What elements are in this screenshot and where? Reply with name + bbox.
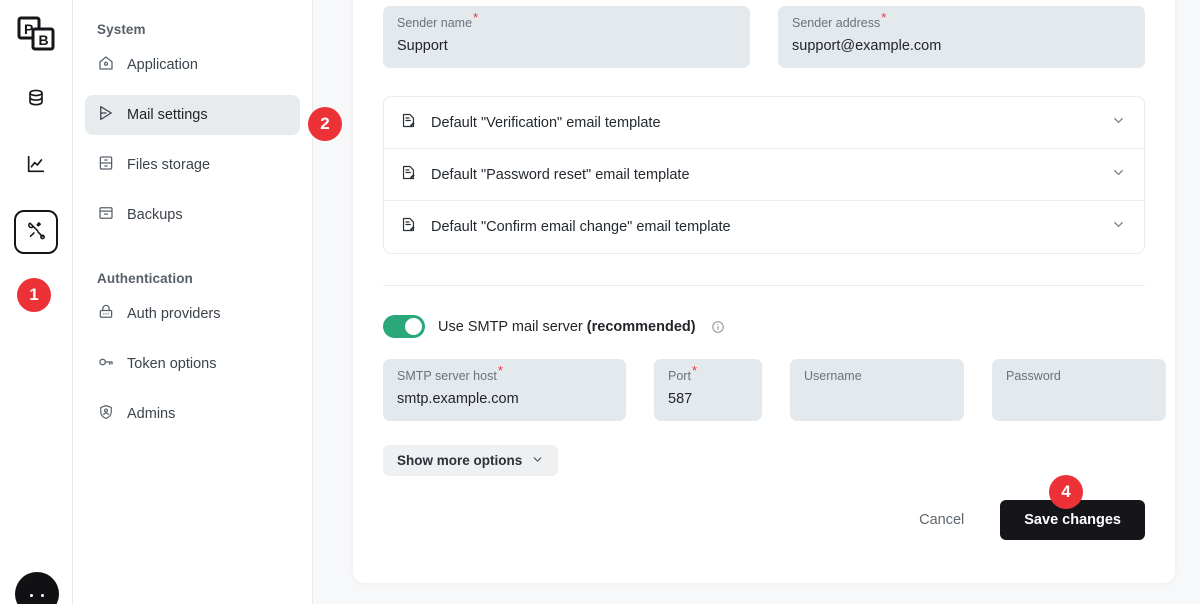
chart-line-icon: [25, 153, 47, 180]
sidebar-item-label: Backups: [127, 207, 183, 223]
show-more-options-label: Show more options: [397, 453, 523, 468]
required-marker: *: [881, 9, 887, 25]
template-row-confirm-email-change[interactable]: Default "Confirm email change" email tem…: [384, 201, 1144, 253]
annotation-badge-2: 2: [308, 107, 342, 141]
template-row-password-reset[interactable]: Default "Password reset" email template: [384, 149, 1144, 201]
use-smtp-toggle[interactable]: [383, 315, 425, 338]
svg-text:B: B: [39, 32, 49, 48]
chevron-down-icon[interactable]: [1111, 165, 1126, 185]
toggle-knob: [405, 318, 422, 335]
sender-field-row: Sender name* Support Sender address* sup…: [383, 6, 1145, 68]
info-icon[interactable]: [711, 320, 725, 334]
sidebar-item-application[interactable]: Application: [85, 45, 300, 85]
sender-address-field[interactable]: Sender address* support@example.com: [778, 6, 1145, 68]
user-avatar[interactable]: [15, 572, 59, 604]
section-divider: [383, 285, 1145, 286]
smtp-port-field[interactable]: Port* 587: [654, 359, 762, 421]
chevron-down-icon[interactable]: [1111, 217, 1126, 237]
sidebar-item-label: Mail settings: [127, 107, 208, 123]
template-row-verification[interactable]: Default "Verification" email template: [384, 97, 1144, 149]
smtp-toggle-row: Use SMTP mail server (recommended) 3: [383, 315, 1145, 338]
lock-icon: [97, 303, 115, 326]
email-template-list: Default "Verification" email template De…: [383, 96, 1145, 254]
shield-user-icon: [97, 403, 115, 426]
smtp-host-input[interactable]: smtp.example.com: [397, 388, 612, 410]
required-marker: *: [497, 362, 503, 378]
sidebar-group-title-system: System: [97, 22, 146, 37]
sidebar-item-admins[interactable]: Admins: [85, 394, 300, 434]
smtp-password-label: Password: [1006, 369, 1061, 383]
smtp-field-row: SMTP server host* smtp.example.com Port*…: [383, 359, 1166, 421]
sidebar-item-label: Admins: [127, 406, 176, 422]
cancel-button[interactable]: Cancel: [905, 502, 978, 538]
sidebar-item-label: Files storage: [127, 157, 211, 173]
required-marker: *: [473, 9, 479, 25]
file-edit-icon: [400, 216, 417, 238]
database-icon: [25, 87, 47, 114]
tools-icon: [26, 220, 46, 245]
chevron-down-icon: [531, 453, 544, 469]
main-content: Sender name* Support Sender address* sup…: [313, 0, 1200, 604]
sidebar-item-label: Auth providers: [127, 306, 221, 322]
smtp-username-field[interactable]: Username: [790, 359, 964, 421]
sidebar-item-backups[interactable]: Backups: [85, 195, 300, 235]
sidebar-item-mail-settings[interactable]: Mail settings: [85, 95, 300, 135]
use-smtp-label: Use SMTP mail server (recommended): [438, 318, 696, 335]
sender-name-field[interactable]: Sender name* Support: [383, 6, 750, 68]
send-plane-icon: [97, 104, 115, 127]
form-actions: Cancel Save changes: [383, 500, 1145, 540]
sidebar-item-label: Application: [127, 57, 198, 73]
file-edit-icon: [400, 112, 417, 134]
annotation-badge-4: 4: [1049, 475, 1083, 509]
smtp-port-label: Port*: [668, 362, 697, 383]
server-icon: [97, 154, 115, 177]
key-icon: [97, 353, 115, 376]
avatar-eye-right: [41, 594, 44, 597]
template-label: Default "Verification" email template: [431, 114, 661, 131]
sidebar-item-label: Token options: [127, 356, 217, 372]
sidebar-item-files-storage[interactable]: Files storage: [85, 145, 300, 185]
smtp-host-label: SMTP server host*: [397, 362, 503, 383]
sender-address-label: Sender address*: [792, 9, 887, 30]
smtp-port-input[interactable]: 587: [668, 388, 748, 410]
smtp-password-field[interactable]: Password: [992, 359, 1166, 421]
smtp-host-field[interactable]: SMTP server host* smtp.example.com: [383, 359, 626, 421]
smtp-username-input[interactable]: [804, 388, 950, 410]
sidebar-item-auth-providers[interactable]: Auth providers: [85, 294, 300, 334]
template-label: Default "Password reset" email template: [431, 166, 690, 183]
sender-name-label: Sender name*: [397, 9, 479, 30]
rail-item-logs[interactable]: [14, 144, 58, 188]
template-label: Default "Confirm email change" email tem…: [431, 219, 731, 235]
pocketbase-admin-window: P B System Application Mail settings Fil…: [0, 0, 1200, 604]
smtp-password-input[interactable]: [1006, 388, 1152, 410]
required-marker: *: [691, 362, 697, 378]
rail-item-settings[interactable]: [14, 210, 58, 254]
recommended-text: (recommended): [586, 318, 696, 335]
pocketbase-logo[interactable]: P B: [14, 12, 58, 56]
sidebar-item-token-options[interactable]: Token options: [85, 344, 300, 384]
sidebar-group-title-authentication: Authentication: [97, 271, 193, 286]
avatar-eye-left: [30, 594, 33, 597]
rail-item-collections[interactable]: [14, 78, 58, 122]
smtp-username-label: Username: [804, 369, 862, 383]
chevron-down-icon[interactable]: [1111, 113, 1126, 133]
archive-icon: [97, 204, 115, 227]
home-gear-icon: [97, 54, 115, 77]
sender-address-input[interactable]: support@example.com: [792, 35, 1131, 57]
file-edit-icon: [400, 164, 417, 186]
show-more-options-button[interactable]: Show more options: [383, 445, 559, 476]
svg-text:P: P: [24, 21, 33, 37]
annotation-badge-1: 1: [17, 278, 51, 312]
settings-sidebar: System Application Mail settings Files s…: [73, 0, 342, 604]
sender-name-input[interactable]: Support: [397, 35, 736, 57]
